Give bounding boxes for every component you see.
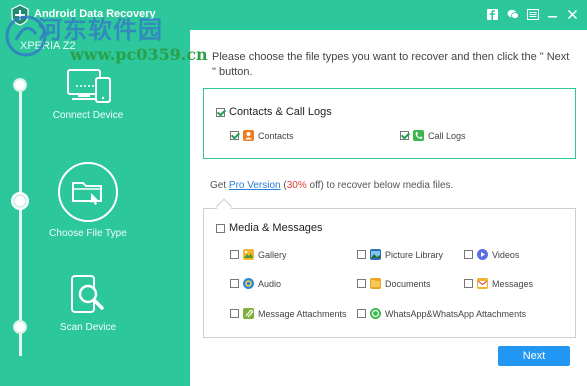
documents-label: Documents — [385, 278, 431, 289]
watermark-text: 河东软件园 — [38, 16, 163, 44]
videos-icon — [477, 249, 488, 260]
option-videos[interactable]: Videos — [464, 249, 519, 260]
whatsapp-checkbox[interactable] — [357, 309, 366, 318]
folder-select-icon — [72, 182, 102, 205]
step-choose-file-type: Choose File Type — [30, 162, 146, 239]
message-attachments-label: Message Attachments — [258, 308, 347, 319]
devices-icon — [67, 69, 111, 103]
option-audio[interactable]: Audio — [230, 278, 281, 289]
contacts-icon — [243, 130, 254, 141]
contacts-checkbox[interactable] — [230, 131, 239, 140]
titlebar-controls — [486, 8, 579, 21]
minimize-icon[interactable] — [546, 8, 559, 21]
step-progress-track — [19, 84, 22, 356]
group2-label: Media & Messages — [229, 222, 323, 234]
messages-label: Messages — [492, 278, 534, 289]
step-sidebar: XPERIA Z2 Connect Device Choose File Typ… — [0, 30, 190, 386]
option-message-attachments[interactable]: Message Attachments — [230, 308, 347, 319]
close-icon[interactable] — [566, 8, 579, 21]
option-gallery[interactable]: Gallery — [230, 249, 287, 260]
promo-prefix: Get — [210, 180, 229, 191]
group-contacts-calllogs[interactable]: Contacts & Call Logs — [216, 106, 332, 118]
step-label-scan: Scan Device — [59, 322, 117, 333]
option-documents[interactable]: Documents — [357, 278, 431, 289]
watermark-url: www.pc0359.cn — [70, 45, 208, 64]
next-button[interactable]: Next — [498, 346, 570, 366]
attachments-icon — [243, 308, 254, 319]
audio-checkbox[interactable] — [230, 279, 239, 288]
facebook-icon[interactable] — [486, 8, 499, 21]
step-dot-choose — [13, 194, 27, 208]
phone-scan-icon — [71, 275, 104, 313]
picture-library-label: Picture Library — [385, 249, 444, 260]
group1-checkbox[interactable] — [216, 107, 225, 117]
messages-checkbox[interactable] — [464, 279, 473, 288]
call-logs-icon — [413, 130, 424, 141]
promo-percent: 30% — [286, 180, 307, 191]
option-picture-library[interactable]: Picture Library — [357, 249, 443, 260]
menu-icon[interactable] — [526, 8, 539, 21]
call-logs-checkbox[interactable] — [400, 131, 409, 140]
audio-label: Audio — [258, 278, 282, 289]
chat-icon[interactable] — [506, 8, 519, 21]
picture-library-icon — [370, 249, 381, 260]
audio-icon — [243, 278, 254, 289]
documents-checkbox[interactable] — [357, 279, 366, 288]
group-media-messages[interactable]: Media & Messages — [216, 222, 323, 234]
picture-library-checkbox[interactable] — [357, 250, 366, 259]
whatsapp-icon — [370, 308, 381, 319]
gallery-checkbox[interactable] — [230, 250, 239, 259]
pro-version-promo: Get Pro Version (30% off) to recover bel… — [210, 180, 453, 191]
instruction-text: Please choose the file types you want to… — [212, 51, 570, 78]
step-label-connect: Connect Device — [52, 110, 124, 121]
option-contacts[interactable]: Contacts — [230, 130, 294, 141]
step-active-ring — [58, 162, 118, 222]
videos-label: Videos — [492, 249, 520, 260]
message-attachments-checkbox[interactable] — [230, 309, 239, 318]
call-logs-label: Call Logs — [428, 130, 466, 141]
gallery-icon — [243, 249, 254, 260]
group1-label: Contacts & Call Logs — [229, 106, 332, 118]
contacts-calllogs-panel — [203, 88, 576, 159]
group2-checkbox[interactable] — [216, 223, 225, 233]
documents-icon — [370, 278, 381, 289]
option-call-logs[interactable]: Call Logs — [400, 130, 466, 141]
step-scan-device: Scan Device — [30, 274, 146, 333]
step-label-choose: Choose File Type — [49, 228, 127, 239]
whatsapp-label: WhatsApp&WhatsApp Attachments — [385, 308, 527, 319]
gallery-label: Gallery — [258, 249, 287, 260]
promo-suffix: off) to recover below media files. — [306, 180, 454, 191]
videos-checkbox[interactable] — [464, 250, 473, 259]
contacts-label: Contacts — [258, 130, 294, 141]
pro-version-link[interactable]: Pro Version — [229, 180, 281, 191]
step-connect-device: Connect Device — [30, 68, 146, 121]
option-whatsapp[interactable]: WhatsApp&WhatsApp Attachments — [357, 308, 526, 319]
step-dot-scan — [13, 320, 27, 334]
step-dot-connect — [13, 78, 27, 92]
option-messages[interactable]: Messages — [464, 278, 533, 289]
messages-icon — [477, 278, 488, 289]
